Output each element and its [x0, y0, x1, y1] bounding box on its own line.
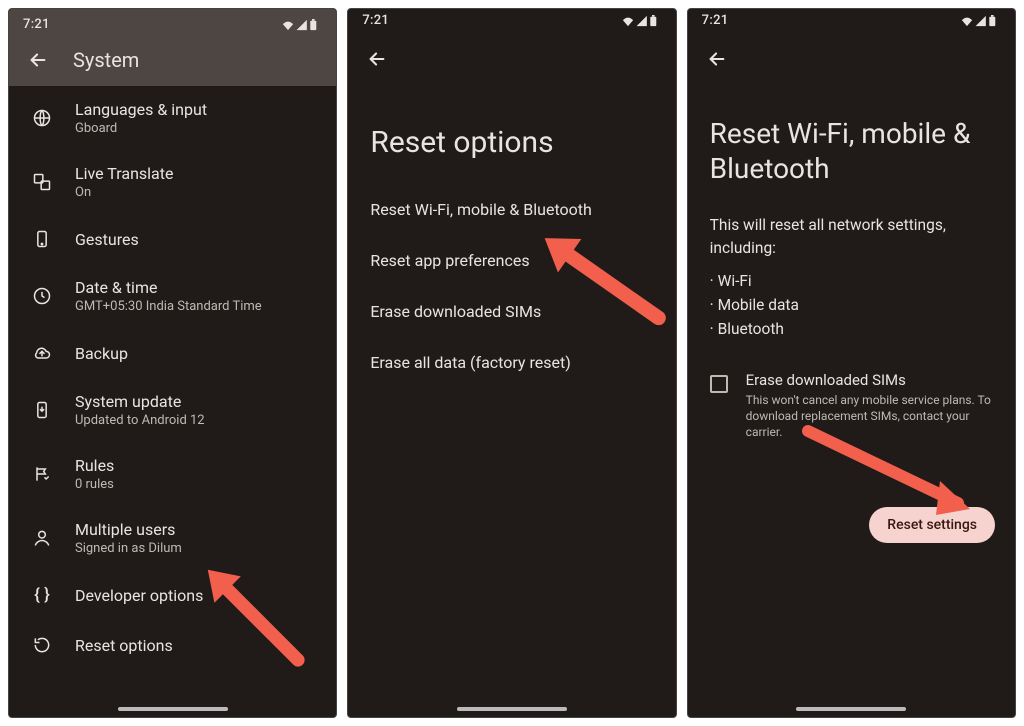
cloud-icon [31, 342, 53, 364]
setting-row-backup[interactable]: Backup [9, 328, 336, 378]
row-label: Backup [75, 344, 128, 363]
reset-option-reset-wi-fi-mobile-bluetooth[interactable]: Reset Wi-Fi, mobile & Bluetooth [348, 184, 675, 235]
row-label: System update [75, 392, 205, 411]
page-title: Reset options [348, 74, 675, 184]
checkbox-label: Erase downloaded SIMs [746, 371, 993, 389]
reset-options-list: Reset Wi-Fi, mobile & BluetoothReset app… [348, 184, 675, 388]
bullet-item: · Mobile data [710, 293, 993, 317]
globe-icon [31, 107, 53, 129]
row-label: Gestures [75, 230, 139, 249]
bullet-list: · Wi-Fi· Mobile data· Bluetooth [688, 261, 1015, 363]
setting-row-gestures[interactable]: Gestures [9, 214, 336, 264]
screen-system: 7:21 System Languages & input Gboard Live … [8, 8, 337, 718]
screen-reset-options: 7:21 Reset options Reset Wi-Fi, mobile &… [347, 8, 676, 718]
status-bar: 7:21 [9, 13, 336, 34]
setting-row-system-update[interactable]: System update Updated to Android 12 [9, 378, 336, 442]
row-label: Live Translate [75, 164, 173, 183]
body-description: This will reset all network settings, in… [688, 208, 1015, 261]
users-icon [31, 527, 53, 549]
status-icons [618, 15, 662, 27]
setting-row-languages-input[interactable]: Languages & input Gboard [9, 86, 336, 150]
status-icons [278, 19, 322, 31]
reset-option-erase-downloaded-sims[interactable]: Erase downloaded SIMs [348, 286, 675, 337]
reset-icon [31, 634, 53, 656]
settings-list: Languages & input Gboard Live Translate On G… [9, 86, 336, 670]
back-button[interactable] [366, 48, 388, 70]
row-subtext: Signed in as Dilum [75, 541, 182, 556]
status-time: 7:21 [23, 17, 50, 32]
row-subtext: Gboard [75, 121, 207, 136]
bullet-item: · Wi-Fi [710, 269, 993, 293]
header: 7:21 System [9, 9, 336, 86]
rules-icon [31, 463, 53, 485]
checkbox-icon[interactable] [710, 375, 728, 393]
reset-option-erase-all-data-factory-reset[interactable]: Erase all data (factory reset) [348, 337, 675, 388]
screen-reset-network: 7:21 Reset Wi-Fi, mobile & Bluetooth Thi… [687, 8, 1016, 718]
checkbox-subtext: This won't cancel any mobile service pla… [746, 392, 993, 441]
reset-settings-button[interactable]: Reset settings [869, 507, 995, 543]
row-label: Rules [75, 456, 114, 475]
back-button[interactable] [27, 49, 49, 71]
braces-icon: { } [31, 584, 53, 606]
update-icon [31, 399, 53, 421]
setting-row-developer-options[interactable]: { } Developer options [9, 570, 336, 620]
translate-icon [31, 171, 53, 193]
gesture-nav-bar[interactable] [348, 707, 675, 711]
row-label: Languages & input [75, 100, 207, 119]
page-title: System [73, 48, 139, 72]
setting-row-reset-options[interactable]: Reset options [9, 620, 336, 670]
clock-icon [31, 285, 53, 307]
erase-sims-checkbox-row[interactable]: Erase downloaded SIMs This won't cancel … [688, 363, 1015, 451]
gesture-nav-bar[interactable] [9, 707, 336, 711]
row-subtext: GMT+05:30 India Standard Time [75, 299, 262, 314]
status-time: 7:21 [362, 13, 389, 28]
row-label: Multiple users [75, 520, 182, 539]
page-title: Reset Wi-Fi, mobile & Bluetooth [688, 74, 1015, 208]
row-subtext: On [75, 185, 173, 200]
setting-row-rules[interactable]: Rules 0 rules [9, 442, 336, 506]
reset-option-reset-app-preferences[interactable]: Reset app preferences [348, 235, 675, 286]
bullet-item: · Bluetooth [710, 317, 993, 341]
status-icons [957, 15, 1001, 27]
row-subtext: Updated to Android 12 [75, 413, 205, 428]
back-button[interactable] [706, 48, 728, 70]
setting-row-multiple-users[interactable]: Multiple users Signed in as Dilum [9, 506, 336, 570]
setting-row-live-translate[interactable]: Live Translate On [9, 150, 336, 214]
gesture-icon [31, 228, 53, 250]
row-label: Reset options [75, 636, 173, 655]
status-bar: 7:21 [688, 9, 1015, 30]
gesture-nav-bar[interactable] [688, 707, 1015, 711]
setting-row-date-time[interactable]: Date & time GMT+05:30 India Standard Time [9, 264, 336, 328]
row-label: Date & time [75, 278, 262, 297]
status-bar: 7:21 [348, 9, 675, 30]
status-time: 7:21 [702, 13, 729, 28]
row-subtext: 0 rules [75, 477, 114, 492]
row-label: Developer options [75, 586, 203, 605]
